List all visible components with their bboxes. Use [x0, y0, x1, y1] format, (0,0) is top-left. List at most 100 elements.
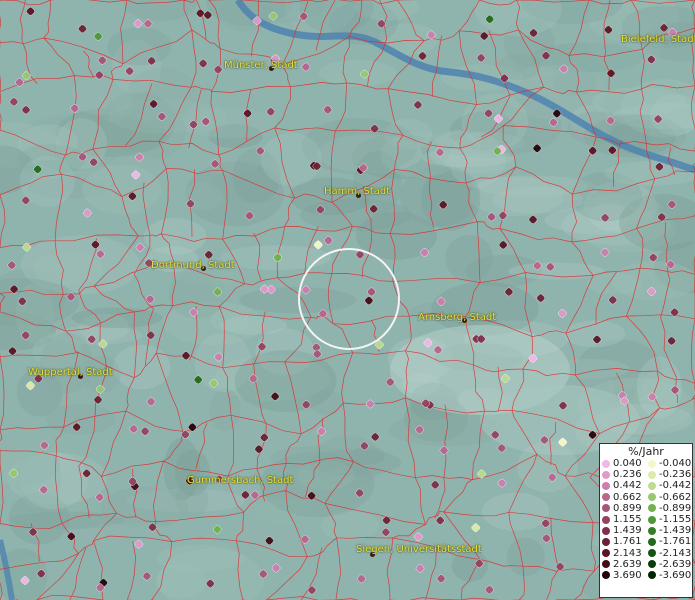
- legend-row: 3.690 -3.690: [600, 570, 692, 581]
- legend-entry-negative: -2.639: [646, 559, 692, 570]
- city-label-hamm: Hamm, Stadt: [324, 186, 391, 197]
- map-legend: %/Jahr 0.040 -0.040 0.236 -0.236 0.442 -0.442…: [599, 443, 693, 598]
- legend-label: 3.690: [613, 569, 642, 581]
- legend-label: 2.143: [613, 547, 642, 559]
- terrain-relief: [234, 350, 337, 413]
- legend-entry-negative: -2.143: [646, 548, 692, 559]
- legend-row: 1.761 -1.761: [600, 536, 692, 547]
- legend-entry-positive: 3.690: [600, 570, 646, 581]
- legend-label: -0.040: [659, 458, 692, 469]
- legend-swatch: [602, 470, 610, 479]
- legend-label: -1.439: [659, 525, 692, 537]
- legend-swatch: [648, 526, 656, 535]
- legend-label: 0.442: [613, 480, 642, 492]
- legend-swatch: [602, 537, 610, 546]
- legend-title: %/Jahr: [628, 445, 664, 458]
- legend-swatch: [648, 493, 656, 502]
- terrain-relief: [103, 72, 208, 120]
- city-label-muenster: Münster, Stadt: [224, 60, 298, 71]
- legend-label: -2.143: [659, 547, 692, 559]
- legend-label: 0.040: [613, 458, 642, 469]
- legend-label: 0.236: [613, 469, 642, 481]
- map-canvas[interactable]: [0, 0, 695, 600]
- legend-label: -0.899: [659, 502, 692, 514]
- legend-swatch: [602, 526, 610, 535]
- legend-label: 2.639: [613, 558, 642, 570]
- legend-label: 1.439: [613, 525, 642, 537]
- legend-row: 0.040 -0.040: [600, 458, 692, 469]
- legend-entry-positive: 1.761: [600, 536, 646, 547]
- terrain-relief: [481, 492, 550, 531]
- legend-swatch: [648, 459, 656, 468]
- legend-swatch: [648, 537, 656, 546]
- legend-entry-negative: -0.236: [646, 469, 692, 480]
- legend-row: 0.899 -0.899: [600, 503, 692, 514]
- city-label-arnsberg: Arnsberg, Stadt: [418, 312, 497, 323]
- legend-entry-positive: 0.662: [600, 492, 646, 503]
- legend-swatch: [602, 515, 610, 524]
- legend-swatch: [602, 459, 610, 468]
- legend-swatch: [602, 571, 610, 580]
- legend-entry-negative: -0.442: [646, 480, 692, 491]
- legend-swatch: [602, 493, 610, 502]
- legend-entry-negative: -1.155: [646, 514, 692, 525]
- legend-label: -0.662: [659, 491, 692, 503]
- legend-label: 0.662: [613, 491, 642, 503]
- legend-entry-negative: -0.899: [646, 503, 692, 514]
- map-view[interactable]: Münster, Stadt Bielefeld, Stadt Hamm, St…: [0, 0, 695, 600]
- legend-label: -2.639: [659, 558, 692, 570]
- legend-swatch: [648, 549, 656, 558]
- legend-row: 0.662 -0.662: [600, 492, 692, 503]
- legend-entry-positive: 1.439: [600, 525, 646, 536]
- terrain-relief: [445, 234, 494, 282]
- legend-label: -0.236: [659, 469, 692, 481]
- legend-entry-positive: 0.040: [600, 458, 646, 469]
- legend-row: 1.155 -1.155: [600, 514, 692, 525]
- legend-entry-negative: -3.690: [646, 570, 692, 581]
- terrain-relief: [174, 449, 211, 496]
- legend-entry-negative: -1.439: [646, 525, 692, 536]
- terrain-relief: [318, 59, 397, 87]
- legend-label: -1.155: [659, 513, 692, 525]
- terrain-relief: [209, 387, 241, 432]
- legend-row: 0.236 -0.236: [600, 469, 692, 480]
- terrain-relief: [100, 486, 189, 530]
- terrain-relief: [506, 537, 545, 577]
- city-label-bielefeld: Bielefeld, Stadt: [621, 34, 695, 45]
- legend-row: 2.143 -2.143: [600, 548, 692, 559]
- legend-swatch: [648, 504, 656, 513]
- legend-label: 1.155: [613, 513, 642, 525]
- terrain-relief: [261, 132, 322, 187]
- legend-swatch: [602, 504, 610, 513]
- legend-entry-positive: 2.143: [600, 548, 646, 559]
- city-label-siegen: Siegen, Universitätsstadt: [356, 544, 482, 555]
- legend-label: 0.899: [613, 502, 642, 514]
- legend-swatch: [648, 571, 656, 580]
- city-label-wuppertal: Wuppertal, Stadt: [28, 367, 113, 378]
- terrain-relief: [39, 332, 93, 394]
- legend-swatch: [602, 481, 610, 490]
- legend-swatch: [648, 481, 656, 490]
- legend-row: 0.442 -0.442: [600, 480, 692, 491]
- terrain-relief: [112, 344, 171, 390]
- city-label-dortmund: Dortmund, Stadt: [151, 260, 235, 271]
- terrain-relief: [45, 403, 116, 435]
- legend-row: 2.639 -2.639: [600, 559, 692, 570]
- legend-row: 1.439 -1.439: [600, 525, 692, 536]
- legend-entry-negative: -0.662: [646, 492, 692, 503]
- city-label-gummersbach: Gummersbach, Stadt: [187, 475, 294, 486]
- legend-entry-negative: -0.040: [646, 458, 692, 469]
- terrain-relief: [239, 286, 357, 314]
- terrain-relief: [33, 252, 104, 286]
- legend-entry-negative: -1.761: [646, 536, 692, 547]
- legend-label: -0.442: [659, 480, 692, 492]
- legend-label: 1.761: [613, 536, 642, 548]
- terrain-relief: [107, 27, 172, 66]
- terrain-relief: [522, 176, 599, 202]
- legend-swatch: [648, 515, 656, 524]
- legend-entry-positive: 0.442: [600, 480, 646, 491]
- legend-entry-positive: 0.899: [600, 503, 646, 514]
- legend-entry-positive: 2.639: [600, 559, 646, 570]
- legend-entry-positive: 0.236: [600, 469, 646, 480]
- legend-label: -3.690: [659, 569, 692, 581]
